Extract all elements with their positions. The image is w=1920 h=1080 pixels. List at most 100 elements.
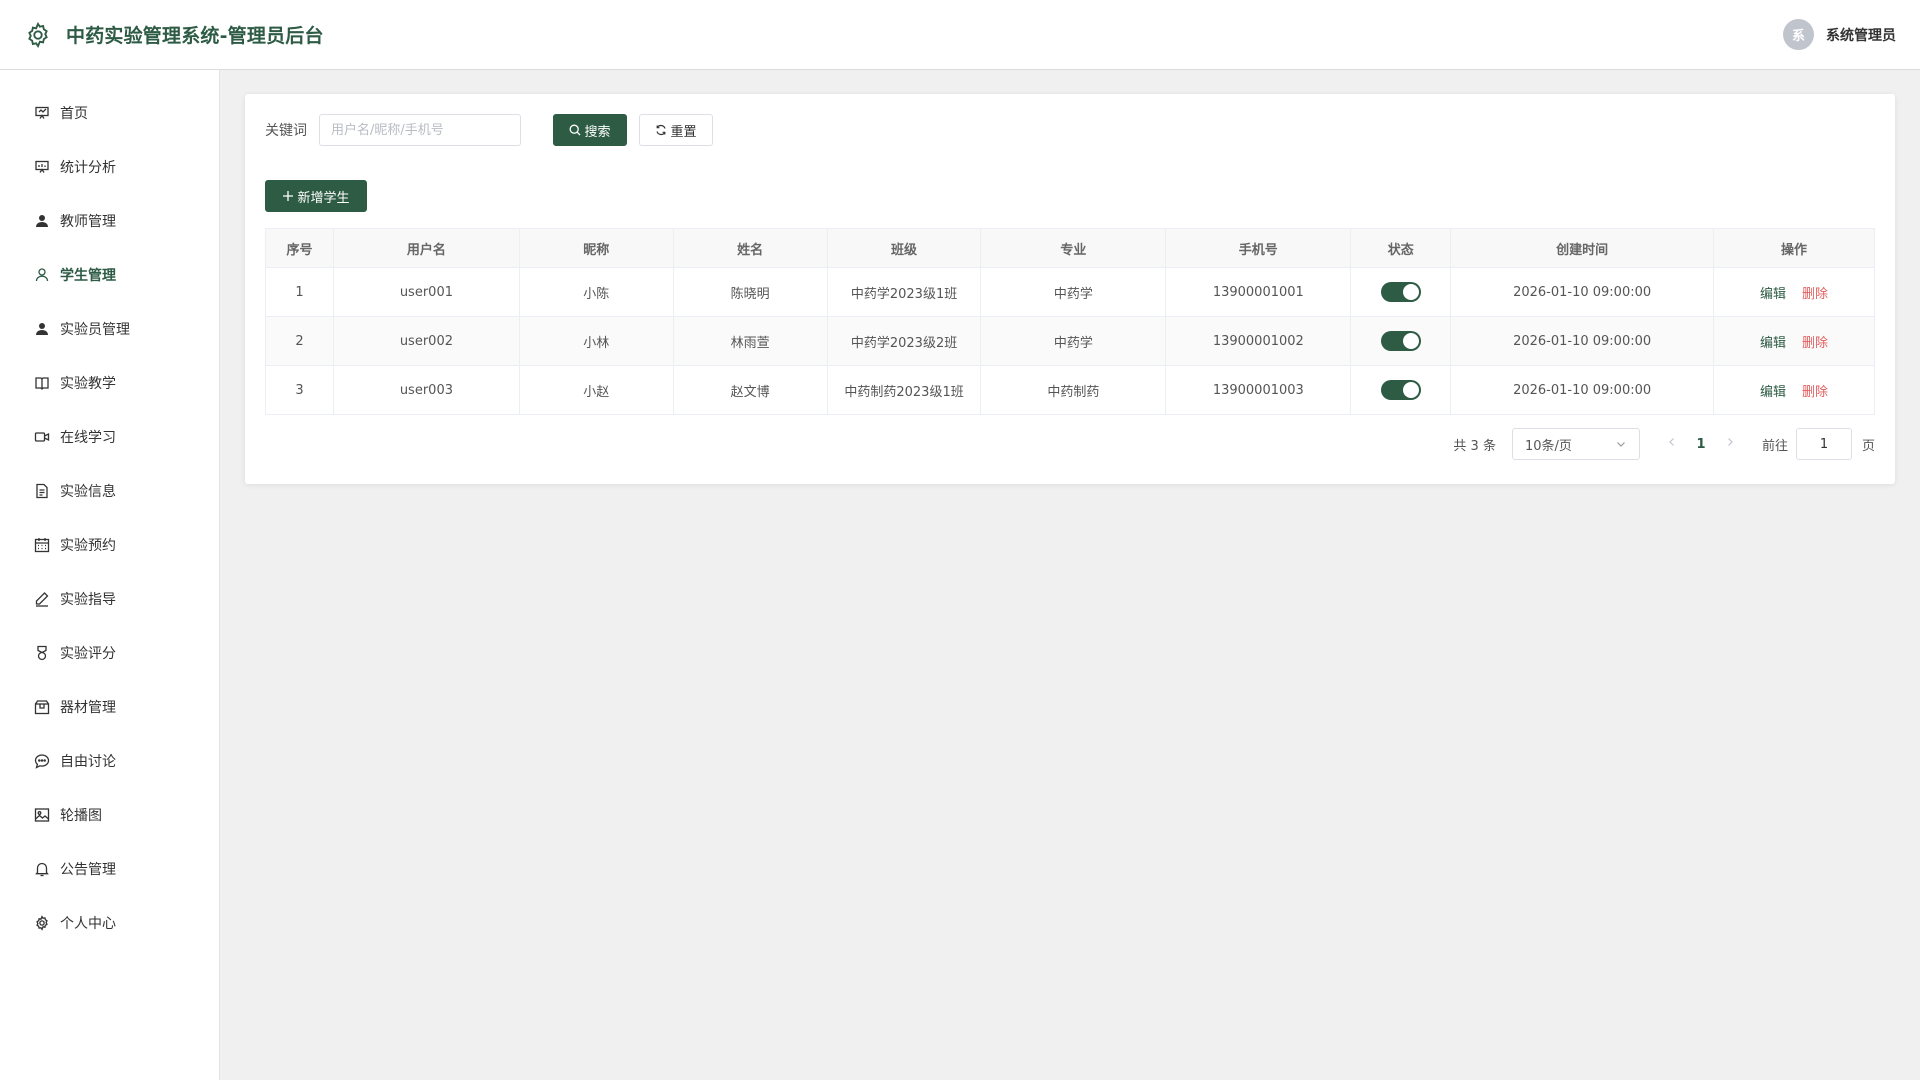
document-icon <box>36 483 48 499</box>
page-number-current[interactable]: 1 <box>1684 437 1718 452</box>
cell-phone: 13900001001 <box>1165 267 1352 317</box>
table-row: 1 user001 小陈 陈晓明 中药学2023级1班 中药学 13900001… <box>265 267 1875 317</box>
cell-nickname: 小林 <box>518 316 674 366</box>
sidebar-item-lab-staff[interactable]: 实验员管理 <box>0 302 219 356</box>
status-toggle[interactable] <box>1380 282 1421 302</box>
cell-created: 2026-01-10 09:00:00 <box>1450 267 1715 317</box>
chevron-left-icon <box>1669 438 1674 446</box>
prev-page-button[interactable] <box>1660 436 1684 452</box>
toolbar: 新增学生 <box>265 180 1875 212</box>
user-name[interactable]: 系统管理员 <box>1826 25 1896 45</box>
sidebar-item-carousel[interactable]: 轮播图 <box>0 788 219 842</box>
cell-actions: 编辑 删除 <box>1713 267 1875 317</box>
cell-status <box>1350 267 1452 317</box>
column-header-status[interactable]: 状态 <box>1350 228 1452 268</box>
sidebar-item-students[interactable]: 学生管理 <box>0 248 219 302</box>
chevron-right-icon <box>1728 438 1733 446</box>
cell-index: 1 <box>265 267 334 317</box>
add-student-button[interactable]: 新增学生 <box>265 180 367 212</box>
refresh-icon <box>656 124 667 136</box>
goto-page-input[interactable] <box>1795 428 1852 460</box>
sidebar-item-lab-teaching[interactable]: 实验教学 <box>0 356 219 410</box>
sidebar-item-home[interactable]: 首页 <box>0 86 219 140</box>
calendar-icon <box>34 538 50 553</box>
next-page-button[interactable] <box>1718 436 1742 452</box>
cell-actions: 编辑 删除 <box>1713 365 1875 415</box>
page-size-select[interactable]: 10条/页 <box>1511 428 1640 460</box>
status-toggle[interactable] <box>1380 331 1421 351</box>
delete-button[interactable]: 删除 <box>1802 287 1828 302</box>
column-header-class[interactable]: 班级 <box>826 228 982 268</box>
gear-icon <box>36 915 48 931</box>
sidebar-item-teachers[interactable]: 教师管理 <box>0 194 219 248</box>
cell-nickname: 小陈 <box>518 267 674 317</box>
sidebar-item-lab-guidance[interactable]: 实验指导 <box>0 572 219 626</box>
column-header-name[interactable]: 姓名 <box>672 228 828 268</box>
cell-username: user002 <box>332 316 520 366</box>
cell-name: 赵文博 <box>672 365 828 415</box>
sidebar-item-equipment[interactable]: 器材管理 <box>0 680 219 734</box>
delete-button[interactable]: 删除 <box>1802 385 1828 400</box>
video-camera-icon <box>34 432 50 442</box>
sidebar-item-profile[interactable]: 个人中心 <box>0 896 219 950</box>
sidebar-item-lab-info[interactable]: 实验信息 <box>0 464 219 518</box>
column-header-nickname[interactable]: 昵称 <box>518 228 674 268</box>
search-input[interactable] <box>319 114 521 146</box>
column-header-phone[interactable]: 手机号 <box>1165 228 1352 268</box>
chevron-down-icon <box>1617 442 1625 447</box>
sidebar-item-lab-scoring[interactable]: 实验评分 <box>0 626 219 680</box>
user-menu[interactable]: 系 系统管理员 <box>1783 19 1896 50</box>
cell-major: 中药学 <box>980 316 1167 366</box>
column-header-major[interactable]: 专业 <box>980 228 1167 268</box>
status-toggle[interactable] <box>1380 380 1421 400</box>
bell-icon <box>35 862 49 877</box>
edit-button[interactable]: 编辑 <box>1760 385 1786 400</box>
search-button[interactable]: 搜索 <box>553 114 627 146</box>
cell-created: 2026-01-10 09:00:00 <box>1450 365 1715 415</box>
search-icon <box>570 124 581 136</box>
chat-bubble-icon <box>34 754 50 769</box>
sidebar: 首页 统计分析 教师管理 学生管理 实验员管理 实验教学 在线学习 实验信息 实… <box>0 70 220 1080</box>
column-header-index[interactable]: 序号 <box>265 228 334 268</box>
sidebar-item-label: 实验评分 <box>60 646 116 662</box>
plus-icon <box>283 191 294 201</box>
edit-button[interactable]: 编辑 <box>1760 336 1786 351</box>
table-header-row: 序号 用户名 昵称 姓名 班级 专业 手机号 状态 创建时间 操作 <box>265 228 1875 268</box>
edit-button[interactable]: 编辑 <box>1760 287 1786 302</box>
sidebar-item-lab-booking[interactable]: 实验预约 <box>0 518 219 572</box>
sidebar-item-statistics[interactable]: 统计分析 <box>0 140 219 194</box>
sidebar-item-label: 轮播图 <box>60 808 102 824</box>
student-table: 序号 用户名 昵称 姓名 班级 专业 手机号 状态 创建时间 操作 1 user… <box>265 228 1875 415</box>
delete-button[interactable]: 删除 <box>1802 336 1828 351</box>
sidebar-item-label: 教师管理 <box>60 214 116 230</box>
sidebar-item-label: 自由讨论 <box>60 754 116 770</box>
table-row: 2 user002 小林 林雨萱 中药学2023级2班 中药学 13900001… <box>265 316 1875 366</box>
column-header-username[interactable]: 用户名 <box>332 228 520 268</box>
cell-class: 中药学2023级1班 <box>826 267 982 317</box>
column-header-actions[interactable]: 操作 <box>1713 228 1875 268</box>
column-header-created[interactable]: 创建时间 <box>1450 228 1715 268</box>
reset-button[interactable]: 重置 <box>639 114 713 146</box>
sidebar-item-label: 实验员管理 <box>60 322 130 338</box>
pagination-total: 共 3 条 <box>1453 438 1496 454</box>
sidebar-item-discussion[interactable]: 自由讨论 <box>0 734 219 788</box>
presentation-chart-icon <box>35 160 49 173</box>
cell-name: 陈晓明 <box>672 267 828 317</box>
cell-name: 林雨萱 <box>672 316 828 366</box>
cell-index: 3 <box>265 365 334 415</box>
cell-major: 中药制药 <box>980 365 1167 415</box>
cell-created: 2026-01-10 09:00:00 <box>1450 316 1715 366</box>
search-button-label: 搜索 <box>584 124 611 140</box>
student-management-card: 关键词 搜索 重置 新增学生 序号 用户名 昵称 姓名 班 <box>245 94 1895 484</box>
avatar[interactable]: 系 <box>1783 19 1814 50</box>
sidebar-item-label: 首页 <box>60 106 88 122</box>
sidebar-item-announcements[interactable]: 公告管理 <box>0 842 219 896</box>
cell-status <box>1350 316 1452 366</box>
cell-phone: 13900001003 <box>1165 365 1352 415</box>
cell-status <box>1350 365 1452 415</box>
sidebar-item-online-learning[interactable]: 在线学习 <box>0 410 219 464</box>
cell-class: 中药学2023级2班 <box>826 316 982 366</box>
book-icon <box>35 377 49 390</box>
box-icon <box>34 700 50 715</box>
gear-icon <box>28 21 48 48</box>
